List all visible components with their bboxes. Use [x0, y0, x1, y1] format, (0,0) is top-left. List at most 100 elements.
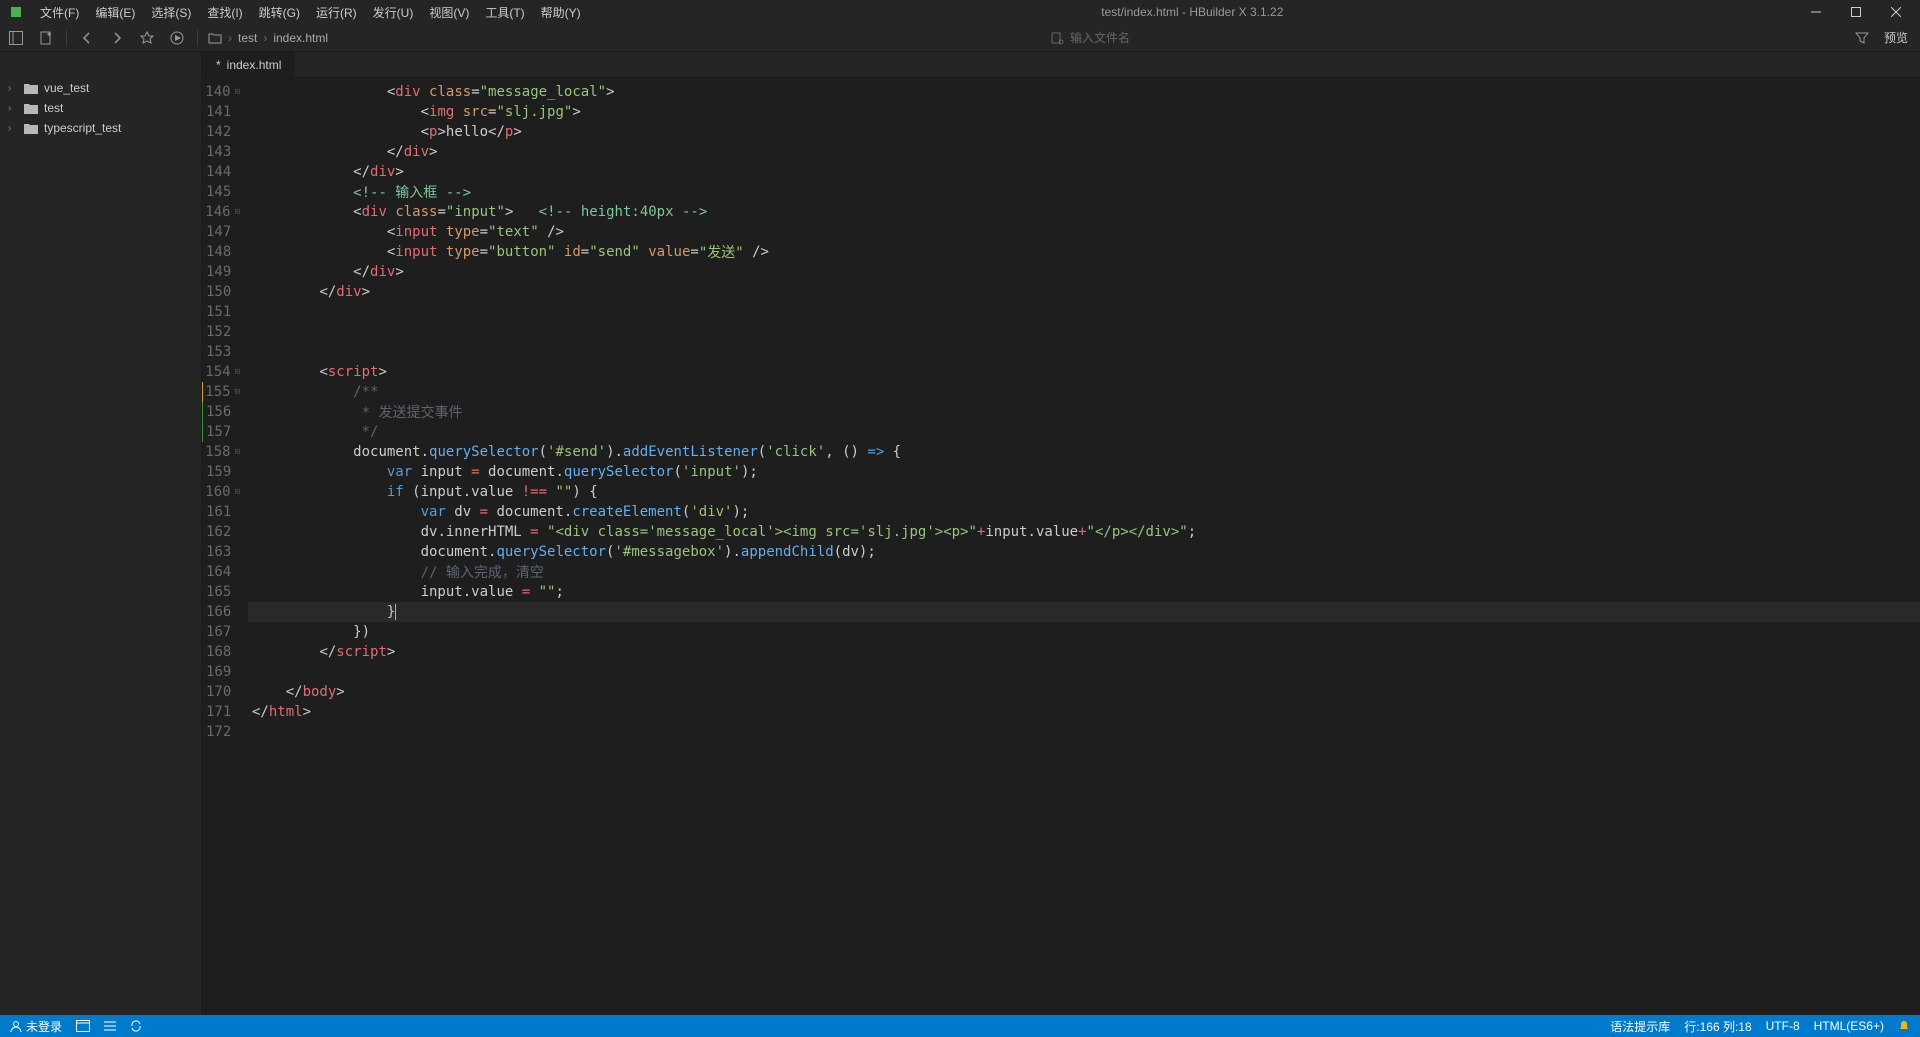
maximize-button[interactable] — [1836, 0, 1876, 24]
menu-publish[interactable]: 发行(U) — [365, 4, 422, 21]
menu-help[interactable]: 帮助(Y) — [533, 4, 589, 21]
status-grammar[interactable]: 语法提示库 — [1610, 1018, 1670, 1035]
tree-label: typescript_test — [44, 121, 121, 135]
status-language[interactable]: HTML(ES6+) — [1814, 1019, 1884, 1033]
tree-label: vue_test — [44, 81, 89, 95]
code-line[interactable]: <input type="button" id="send" value="发送… — [248, 242, 1920, 262]
menu-select[interactable]: 选择(S) — [143, 4, 199, 21]
code-area[interactable]: 140⊟141142143144145146⊟14714814915015115… — [202, 78, 1920, 1015]
tree-label: test — [44, 101, 63, 115]
forward-icon[interactable] — [107, 28, 127, 48]
line-gutter: 140⊟141142143144145146⊟14714814915015115… — [202, 78, 248, 1015]
code-line[interactable] — [248, 662, 1920, 682]
run-icon[interactable] — [167, 28, 187, 48]
statusbar: 未登录 语法提示库 行:166 列:18 UTF-8 HTML(ES6+) — [0, 1015, 1920, 1037]
code-content[interactable]: <div class="message_local"> <img src="sl… — [248, 78, 1920, 1015]
code-line[interactable]: /** — [248, 382, 1920, 402]
status-login-label: 未登录 — [26, 1018, 62, 1035]
folder-icon — [24, 102, 38, 114]
menu-edit[interactable]: 编辑(E) — [87, 4, 143, 21]
code-line[interactable]: var input = document.querySelector('inpu… — [248, 462, 1920, 482]
back-icon[interactable] — [77, 28, 97, 48]
file-search-placeholder: 输入文件名 — [1070, 29, 1130, 46]
minimize-button[interactable] — [1796, 0, 1836, 24]
folder-icon — [208, 32, 222, 44]
code-line[interactable]: <script> — [248, 362, 1920, 382]
code-line[interactable]: if (input.value !== "") { — [248, 482, 1920, 502]
chevron-right-icon: › — [8, 103, 18, 114]
editor-tabs: * index.html — [202, 52, 1920, 78]
status-list-icon[interactable] — [104, 1020, 116, 1032]
menu-goto[interactable]: 跳转(G) — [251, 4, 308, 21]
status-rowcol[interactable]: 行:166 列:18 — [1684, 1018, 1751, 1035]
chevron-right-icon: › — [8, 83, 18, 94]
tab-dirty-indicator: * — [216, 58, 221, 72]
code-line[interactable]: // 输入完成，清空 — [248, 562, 1920, 582]
preview-button[interactable]: 预览 — [1884, 29, 1908, 46]
code-line[interactable]: var dv = document.createElement('div'); — [248, 502, 1920, 522]
code-line[interactable]: } — [248, 602, 1920, 622]
status-terminal-icon[interactable] — [76, 1020, 90, 1032]
sidebar: › vue_test › test › typescript_test — [0, 52, 202, 1015]
code-line[interactable]: * 发送提交事件 — [248, 402, 1920, 422]
menu-tools[interactable]: 工具(T) — [477, 4, 532, 21]
code-line[interactable]: </script> — [248, 642, 1920, 662]
code-line[interactable]: document.querySelector('#messagebox').ap… — [248, 542, 1920, 562]
app-logo-icon — [8, 4, 24, 20]
sidebar-item-test[interactable]: › test — [0, 98, 201, 118]
code-line[interactable]: document.querySelector('#send').addEvent… — [248, 442, 1920, 462]
new-file-icon[interactable] — [36, 28, 56, 48]
sidebar-item-vue-test[interactable]: › vue_test — [0, 78, 201, 98]
status-sync-icon[interactable] — [130, 1020, 142, 1032]
breadcrumb-item[interactable]: test — [238, 31, 257, 45]
code-line[interactable]: <div class="message_local"> — [248, 82, 1920, 102]
bell-icon[interactable] — [1898, 1020, 1910, 1032]
code-line[interactable]: <div class="input"> <!-- height:40px --> — [248, 202, 1920, 222]
status-login[interactable]: 未登录 — [10, 1018, 62, 1035]
breadcrumb: › test › index.html — [208, 31, 328, 45]
status-encoding[interactable]: UTF-8 — [1766, 1019, 1800, 1033]
user-icon — [10, 1020, 22, 1032]
menu-file[interactable]: 文件(F) — [32, 4, 87, 21]
close-button[interactable] — [1876, 0, 1916, 24]
code-line[interactable]: dv.innerHTML = "<div class='message_loca… — [248, 522, 1920, 542]
code-line[interactable] — [248, 302, 1920, 322]
menu-find[interactable]: 查找(I) — [199, 4, 250, 21]
folder-icon — [24, 122, 38, 134]
code-line[interactable]: </div> — [248, 282, 1920, 302]
code-line[interactable]: <p>hello</p> — [248, 122, 1920, 142]
code-line[interactable]: <img src="slj.jpg"> — [248, 102, 1920, 122]
tab-label: index.html — [227, 58, 282, 72]
code-line[interactable]: input.value = ""; — [248, 582, 1920, 602]
explorer-toggle-icon[interactable] — [6, 28, 26, 48]
menu-view[interactable]: 视图(V) — [421, 4, 477, 21]
code-line[interactable]: </html> — [248, 702, 1920, 722]
code-line[interactable] — [248, 342, 1920, 362]
code-line[interactable]: }) — [248, 622, 1920, 642]
search-icon — [1050, 31, 1064, 45]
filter-icon[interactable] — [1852, 28, 1872, 48]
separator — [197, 30, 198, 46]
chevron-right-icon: › — [8, 123, 18, 134]
code-line[interactable]: </div> — [248, 262, 1920, 282]
tab-index-html[interactable]: * index.html — [202, 52, 296, 77]
toolbar: › test › index.html 输入文件名 预览 — [0, 24, 1920, 52]
sidebar-item-typescript-test[interactable]: › typescript_test — [0, 118, 201, 138]
window-title: test/index.html - HBuilder X 3.1.22 — [589, 5, 1796, 19]
code-line[interactable]: */ — [248, 422, 1920, 442]
code-line[interactable]: <input type="text" /> — [248, 222, 1920, 242]
code-line[interactable]: </body> — [248, 682, 1920, 702]
menubar: 文件(F) 编辑(E) 选择(S) 查找(I) 跳转(G) 运行(R) 发行(U… — [0, 0, 1920, 24]
menu-run[interactable]: 运行(R) — [308, 4, 365, 21]
favorite-icon[interactable] — [137, 28, 157, 48]
editor: * index.html 140⊟141142143144145146⊟1471… — [202, 52, 1920, 1015]
breadcrumb-item[interactable]: index.html — [273, 31, 328, 45]
separator — [66, 30, 67, 46]
code-line[interactable]: <!-- 输入框 --> — [248, 182, 1920, 202]
code-line[interactable]: </div> — [248, 142, 1920, 162]
file-search[interactable]: 输入文件名 — [338, 29, 1842, 46]
code-line[interactable]: </div> — [248, 162, 1920, 182]
code-line[interactable] — [248, 722, 1920, 742]
folder-icon — [24, 82, 38, 94]
code-line[interactable] — [248, 322, 1920, 342]
